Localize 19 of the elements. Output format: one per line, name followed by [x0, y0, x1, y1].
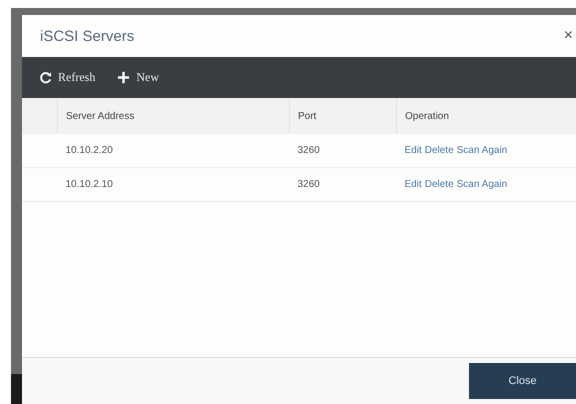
- table-cell: 3260: [290, 134, 396, 168]
- operation-link[interactable]: Scan Again: [456, 179, 508, 190]
- add-button[interactable]: New: [117, 70, 159, 85]
- refresh-icon: [39, 71, 52, 84]
- column-header: Operation: [396, 98, 576, 134]
- operation-link[interactable]: Scan Again: [456, 145, 508, 156]
- dialog-title: iSCSI Servers: [40, 28, 134, 44]
- column-header: Port: [290, 98, 396, 134]
- operation-link[interactable]: Edit: [404, 179, 422, 190]
- column-header: Server Address: [58, 98, 290, 134]
- table-cell: 10.10.2.20: [58, 134, 290, 168]
- operation-link[interactable]: Delete: [424, 179, 454, 190]
- table-cell: 10.10.2.10: [58, 168, 290, 202]
- operation-link[interactable]: Edit: [404, 145, 422, 156]
- plus-icon: [117, 71, 130, 84]
- operation-link[interactable]: Delete: [424, 145, 454, 156]
- refresh-button[interactable]: Refresh: [39, 70, 96, 85]
- close-button[interactable]: Close: [469, 363, 576, 399]
- table-cell: 3260: [290, 168, 396, 202]
